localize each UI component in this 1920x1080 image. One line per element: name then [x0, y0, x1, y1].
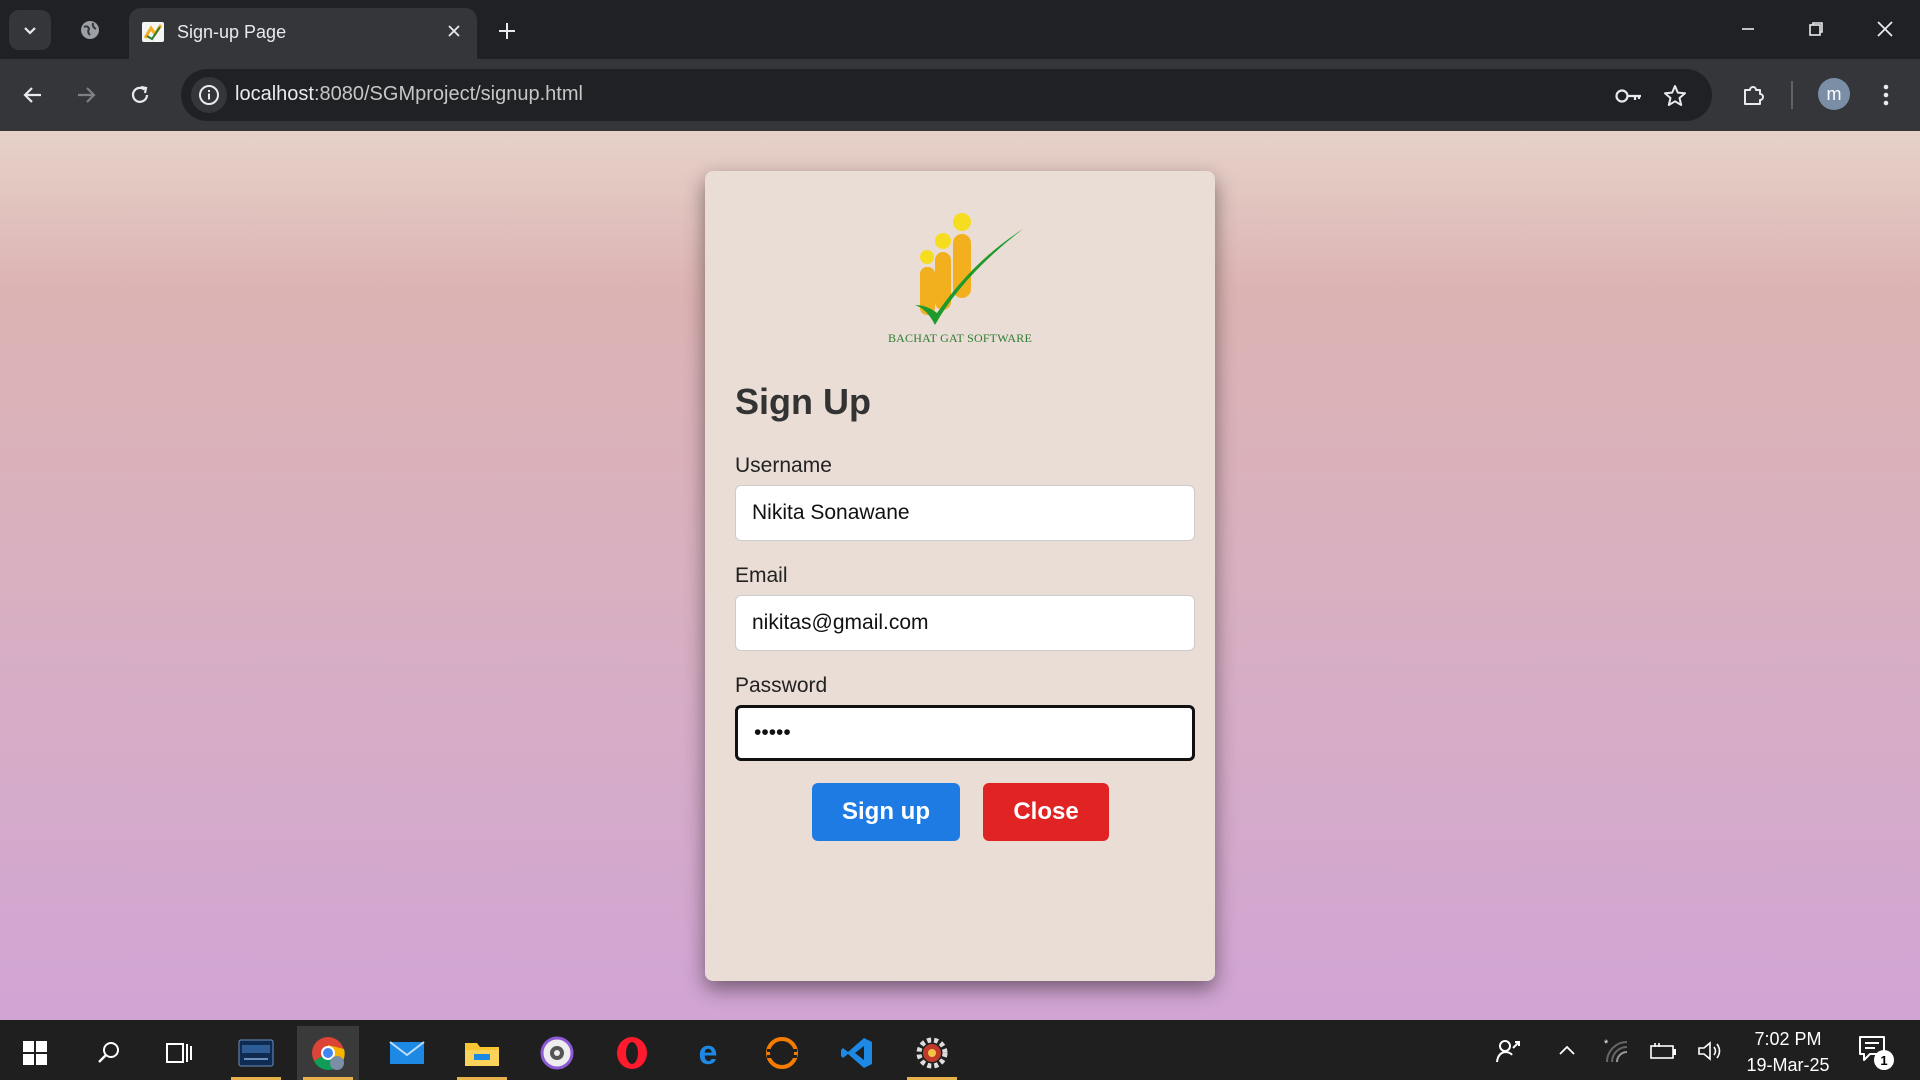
task-view-icon — [166, 1043, 192, 1063]
taskbar-clock[interactable]: 7:02 PM 19-Mar-25 — [1736, 1026, 1840, 1078]
minimize-icon — [1742, 28, 1754, 30]
media-player-icon — [540, 1036, 574, 1070]
volume-icon — [1698, 1041, 1721, 1061]
svg-text:*: * — [1604, 1038, 1609, 1050]
active-tab[interactable]: Sign-up Page — [129, 8, 477, 59]
battery-icon — [1650, 1043, 1676, 1059]
tray-volume-button[interactable] — [1694, 1035, 1726, 1067]
restore-icon — [1809, 22, 1823, 36]
tray-people-button[interactable] — [1492, 1035, 1524, 1067]
eclipse-icon — [766, 1037, 798, 1069]
password-label: Password — [735, 674, 828, 697]
tab-favicon-icon — [142, 22, 164, 42]
search-icon — [98, 1042, 119, 1063]
windows-taskbar: e * 7:02 PM 19-Mar-25 1 — [0, 1020, 1920, 1080]
start-button[interactable] — [4, 1026, 66, 1080]
signup-button[interactable]: Sign up — [812, 783, 960, 841]
reload-button[interactable] — [120, 75, 160, 115]
chevron-down-icon — [24, 27, 36, 35]
windows-logo-icon — [23, 1041, 47, 1065]
taskbar-mail[interactable] — [376, 1026, 438, 1080]
action-center-button[interactable]: 1 — [1856, 1032, 1896, 1072]
tab-title: Sign-up Page — [177, 22, 287, 42]
tray-overflow-button[interactable] — [1551, 1035, 1583, 1067]
globe-icon — [81, 21, 99, 39]
clock-time: 7:02 PM — [1754, 1029, 1822, 1049]
url-path: :8080/SGMproject/signup.html — [313, 83, 583, 105]
key-icon — [1615, 89, 1641, 103]
mysql-workbench-icon — [238, 1039, 274, 1067]
arrow-right-icon — [78, 87, 96, 103]
more-vertical-icon — [1883, 84, 1889, 106]
toolbar-divider — [1791, 81, 1793, 109]
wifi-icon: * — [1604, 1038, 1628, 1063]
logo-text: BACHAT GAT SOFTWARE — [887, 331, 1033, 345]
people-icon — [1496, 1040, 1520, 1063]
browser-toolbar: localhost:8080/SGMproject/signup.html m — [0, 59, 1920, 131]
site-info-button[interactable] — [191, 77, 227, 113]
taskbar-edge[interactable]: e — [677, 1026, 739, 1080]
address-bar[interactable]: localhost:8080/SGMproject/signup.html — [181, 69, 1712, 121]
page-title: Sign Up — [735, 381, 871, 422]
reload-icon — [131, 85, 149, 103]
chrome-icon — [312, 1037, 345, 1070]
signup-card: BACHAT GAT SOFTWARE Sign Up Username Ema… — [705, 171, 1215, 981]
browser-menu-button[interactable] — [1868, 77, 1904, 113]
new-tab-button[interactable] — [490, 14, 524, 48]
file-explorer-icon — [465, 1043, 499, 1066]
username-label: Username — [735, 454, 832, 477]
taskbar-eclipse[interactable] — [751, 1026, 813, 1080]
plus-icon — [499, 23, 515, 39]
extensions-button[interactable] — [1736, 77, 1772, 113]
opera-icon — [617, 1037, 647, 1069]
url-host: localhost — [235, 83, 314, 105]
tray-network-button[interactable]: * — [1600, 1035, 1632, 1067]
star-icon — [1664, 85, 1686, 106]
search-button[interactable] — [78, 1026, 140, 1080]
taskbar-file-explorer[interactable] — [451, 1026, 513, 1080]
taskbar-mysql-workbench[interactable] — [225, 1026, 287, 1080]
taskbar-settings-app[interactable] — [901, 1026, 963, 1080]
username-input[interactable] — [735, 485, 1195, 541]
tab-group-button[interactable] — [74, 14, 106, 46]
notification-count-badge: 1 — [1874, 1050, 1894, 1070]
bookmark-button[interactable] — [1660, 81, 1690, 111]
svg-text:e: e — [699, 1036, 718, 1070]
settings-app-icon — [916, 1037, 948, 1069]
taskbar-chrome[interactable] — [297, 1026, 359, 1080]
edge-icon: e — [699, 1036, 718, 1070]
tab-search-button[interactable] — [9, 10, 51, 50]
close-button[interactable]: Close — [983, 783, 1109, 841]
forward-button[interactable] — [66, 75, 106, 115]
taskbar-media-player[interactable] — [526, 1026, 588, 1080]
back-button[interactable] — [13, 75, 53, 115]
browser-tab-strip: Sign-up Page — [0, 0, 1920, 59]
password-input[interactable] — [735, 705, 1195, 761]
puzzle-icon — [1744, 86, 1764, 105]
page-viewport: BACHAT GAT SOFTWARE Sign Up Username Ema… — [0, 131, 1920, 1020]
info-icon — [199, 85, 219, 105]
email-label: Email — [735, 564, 788, 587]
tray-battery-button[interactable] — [1647, 1035, 1679, 1067]
password-manager-button[interactable] — [1614, 81, 1644, 111]
window-close-button[interactable] — [1857, 8, 1913, 50]
close-icon — [1877, 21, 1893, 37]
taskbar-opera[interactable] — [601, 1026, 663, 1080]
mail-icon — [389, 1041, 425, 1064]
logo-graphic-icon — [915, 213, 1023, 325]
minimize-button[interactable] — [1720, 8, 1776, 50]
tab-close-button[interactable] — [441, 18, 467, 44]
taskbar-vscode[interactable] — [826, 1026, 888, 1080]
chevron-up-icon — [1559, 1045, 1575, 1055]
vscode-icon — [841, 1038, 872, 1068]
close-icon — [448, 25, 460, 37]
email-input[interactable] — [735, 595, 1195, 651]
bachat-gat-logo: BACHAT GAT SOFTWARE — [885, 201, 1035, 351]
restore-button[interactable] — [1788, 8, 1844, 50]
profile-avatar-button[interactable]: m — [1818, 78, 1850, 110]
arrow-left-icon — [23, 87, 41, 103]
task-view-button[interactable] — [148, 1026, 210, 1080]
url-text: localhost:8080/SGMproject/signup.html — [235, 83, 583, 106]
clock-date: 19-Mar-25 — [1746, 1055, 1830, 1075]
